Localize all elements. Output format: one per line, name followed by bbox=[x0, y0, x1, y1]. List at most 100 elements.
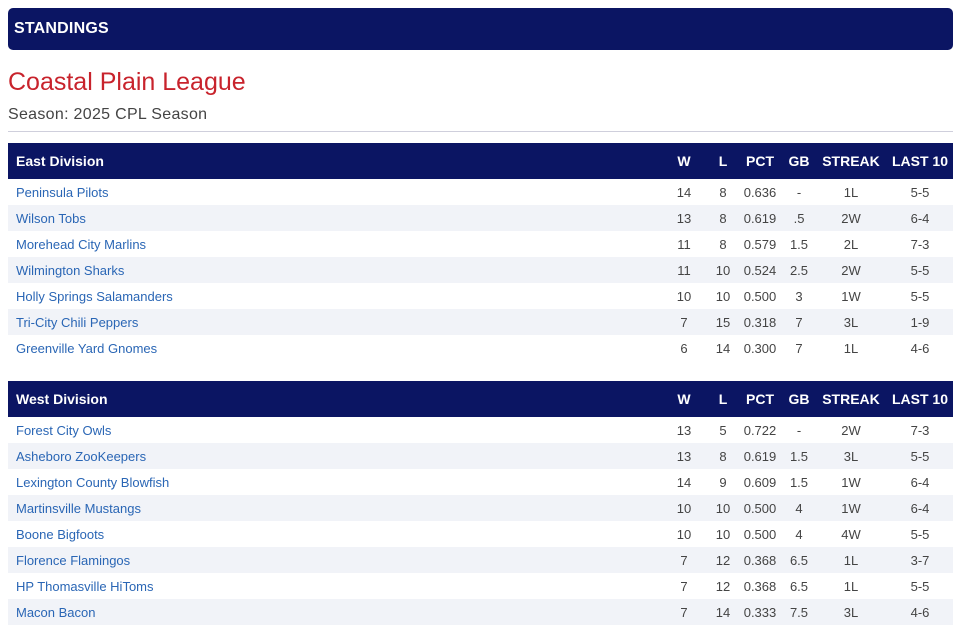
team-link[interactable]: Wilson Tobs bbox=[16, 211, 86, 226]
gb-cell: 1.5 bbox=[789, 236, 809, 252]
team-link[interactable]: Boone Bigfoots bbox=[16, 527, 104, 542]
col-header-streak: STREAK bbox=[822, 391, 880, 407]
table-row: Asheboro ZooKeepers 13 8 0.619 1.5 3L 5-5 bbox=[8, 443, 953, 469]
gb-cell: 6.5 bbox=[789, 578, 809, 594]
pct-cell: 0.368 bbox=[743, 578, 777, 594]
team-link[interactable]: Holly Springs Salamanders bbox=[16, 289, 173, 304]
team-cell: Lexington County Blowfish bbox=[8, 469, 659, 495]
last10-cell: 3-7 bbox=[910, 552, 930, 568]
l-cell: 8 bbox=[719, 184, 727, 200]
team-link[interactable]: Asheboro ZooKeepers bbox=[16, 449, 146, 464]
pct-cell: 0.579 bbox=[743, 236, 777, 252]
col-header-w: W bbox=[677, 391, 691, 407]
table-row: Forest City Owls 13 5 0.722 - 2W 7-3 bbox=[8, 417, 953, 443]
streak-cell: 3L bbox=[843, 448, 859, 464]
streak-cell: 1L bbox=[843, 184, 859, 200]
gb-cell: 7 bbox=[795, 314, 803, 330]
streak-cell: 4W bbox=[841, 526, 861, 542]
pct-cell: 0.500 bbox=[743, 526, 777, 542]
team-link[interactable]: Martinsville Mustangs bbox=[16, 501, 141, 516]
col-header-pct: PCT bbox=[746, 391, 774, 407]
w-cell: 7 bbox=[680, 578, 688, 594]
w-cell: 13 bbox=[676, 422, 692, 438]
gb-cell: 1.5 bbox=[789, 474, 809, 490]
divider bbox=[8, 131, 953, 132]
col-header-last10: LAST 10 bbox=[891, 153, 948, 169]
last10-cell: 6-4 bbox=[910, 210, 930, 226]
team-cell: Tri-City Chili Peppers bbox=[8, 309, 659, 335]
l-cell: 10 bbox=[715, 500, 731, 516]
l-cell: 9 bbox=[719, 474, 727, 490]
table-row: Wilmington Sharks 11 10 0.524 2.5 2W 5-5 bbox=[8, 257, 953, 283]
w-cell: 10 bbox=[676, 500, 692, 516]
team-cell: Florence Flamingos bbox=[8, 547, 659, 573]
l-cell: 8 bbox=[719, 236, 727, 252]
last10-cell: 6-4 bbox=[910, 500, 930, 516]
col-header-pct: PCT bbox=[746, 153, 774, 169]
table-row: Wilson Tobs 13 8 0.619 .5 2W 6-4 bbox=[8, 205, 953, 231]
pct-cell: 0.333 bbox=[743, 604, 777, 620]
table-row: Florence Flamingos 7 12 0.368 6.5 1L 3-7 bbox=[8, 547, 953, 573]
table-row: Holly Springs Salamanders 10 10 0.500 3 1W 5-5 bbox=[8, 283, 953, 309]
streak-cell: 1W bbox=[841, 288, 861, 304]
pct-cell: 0.500 bbox=[743, 288, 777, 304]
team-cell: Boone Bigfoots bbox=[8, 521, 659, 547]
streak-cell: 1L bbox=[843, 340, 859, 356]
gb-cell: 4 bbox=[795, 526, 803, 542]
team-link[interactable]: Greenville Yard Gnomes bbox=[16, 341, 157, 356]
w-cell: 14 bbox=[676, 474, 692, 490]
season-label: Season: 2025 CPL Season bbox=[8, 106, 208, 123]
gb-cell: 7.5 bbox=[789, 604, 809, 620]
west-division-rows: Forest City Owls 13 5 0.722 - 2W 7-3 Asheboro Z… bbox=[8, 417, 953, 625]
league-title: Coastal Plain League bbox=[8, 68, 246, 96]
team-link[interactable]: Tri-City Chili Peppers bbox=[16, 315, 138, 330]
last10-cell: 4-6 bbox=[910, 340, 930, 356]
team-cell: Martinsville Mustangs bbox=[8, 495, 659, 521]
division-name: West Division bbox=[16, 391, 108, 407]
l-cell: 10 bbox=[715, 288, 731, 304]
pct-cell: 0.318 bbox=[743, 314, 777, 330]
table-header-row: West Division W L PCT GB STREAK LAST 10 bbox=[8, 381, 953, 417]
streak-cell: 1W bbox=[841, 474, 861, 490]
last10-cell: 7-3 bbox=[910, 236, 930, 252]
streak-cell: 1L bbox=[843, 578, 859, 594]
table-row: Martinsville Mustangs 10 10 0.500 4 1W 6-4 bbox=[8, 495, 953, 521]
team-link[interactable]: Wilmington Sharks bbox=[16, 263, 124, 278]
last10-cell: 5-5 bbox=[910, 448, 930, 464]
standings-header-bar: STANDINGS bbox=[8, 8, 953, 50]
division-name: East Division bbox=[16, 153, 104, 169]
l-cell: 10 bbox=[715, 262, 731, 278]
table-row: Macon Bacon 7 14 0.333 7.5 3L 4-6 bbox=[8, 599, 953, 625]
last10-cell: 5-5 bbox=[910, 184, 930, 200]
last10-cell: 1-9 bbox=[910, 314, 930, 330]
team-link[interactable]: Peninsula Pilots bbox=[16, 185, 109, 200]
table-row: Greenville Yard Gnomes 6 14 0.300 7 1L 4-6 bbox=[8, 335, 953, 361]
team-cell: Wilmington Sharks bbox=[8, 257, 659, 283]
team-link[interactable]: HP Thomasville HiToms bbox=[16, 579, 154, 594]
team-cell: Macon Bacon bbox=[8, 599, 659, 625]
w-cell: 13 bbox=[676, 448, 692, 464]
col-header-gb: GB bbox=[788, 153, 810, 169]
team-cell: Wilson Tobs bbox=[8, 205, 659, 231]
team-link[interactable]: Morehead City Marlins bbox=[16, 237, 146, 252]
l-cell: 10 bbox=[715, 526, 731, 542]
pct-cell: 0.500 bbox=[743, 500, 777, 516]
col-header-l: L bbox=[718, 153, 728, 169]
team-link[interactable]: Lexington County Blowfish bbox=[16, 475, 169, 490]
team-link[interactable]: Forest City Owls bbox=[16, 423, 111, 438]
w-cell: 11 bbox=[677, 236, 691, 252]
team-cell: Asheboro ZooKeepers bbox=[8, 443, 659, 469]
w-cell: 11 bbox=[677, 262, 691, 278]
team-cell: Forest City Owls bbox=[8, 417, 659, 443]
pct-cell: 0.368 bbox=[743, 552, 777, 568]
team-link[interactable]: Florence Flamingos bbox=[16, 553, 130, 568]
team-link[interactable]: Macon Bacon bbox=[16, 605, 96, 620]
gb-cell: 1.5 bbox=[789, 448, 809, 464]
w-cell: 6 bbox=[680, 340, 688, 356]
east-division-table: East Division W L PCT GB STREAK LAST 10 … bbox=[8, 143, 953, 361]
pct-cell: 0.722 bbox=[743, 422, 777, 438]
gb-cell: - bbox=[796, 422, 802, 438]
table-row: Morehead City Marlins 11 8 0.579 1.5 2L 7-3 bbox=[8, 231, 953, 257]
l-cell: 12 bbox=[715, 578, 731, 594]
streak-cell: 2W bbox=[841, 422, 861, 438]
